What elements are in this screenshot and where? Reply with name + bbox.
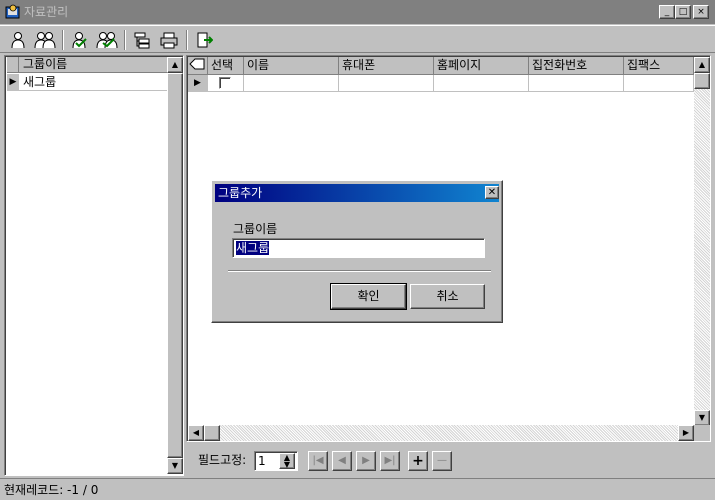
column-header-mobile[interactable]: 휴대폰 xyxy=(339,57,434,75)
window-title: 자료관리 xyxy=(24,5,69,19)
delete-record-button[interactable]: — xyxy=(432,451,452,471)
list-item[interactable]: ▶ 새그룹 xyxy=(7,74,168,91)
scroll-up-icon[interactable]: ▲ xyxy=(167,57,183,73)
toolbar xyxy=(0,25,715,53)
add-group-dialog: 그룹추가 ✕ 그룹이름 새그룹 확인 취소 xyxy=(211,180,503,323)
exit-icon[interactable] xyxy=(192,29,216,51)
ok-button[interactable]: 확인 xyxy=(330,283,407,310)
row-indicator-icon: ▶ xyxy=(188,75,208,92)
group-list-header: 그룹이름 xyxy=(7,57,168,73)
scroll-left-icon[interactable]: ◀ xyxy=(188,425,204,441)
minimize-button[interactable]: _ xyxy=(659,5,675,19)
group-name-input-value[interactable]: 새그룹 xyxy=(236,241,270,255)
scroll-down-icon[interactable]: ▼ xyxy=(694,410,710,426)
printer-icon[interactable] xyxy=(157,29,181,51)
scroll-thumb[interactable] xyxy=(694,73,710,89)
people-icon[interactable] xyxy=(33,29,57,51)
grid-cell[interactable] xyxy=(529,75,624,92)
column-header-home-phone[interactable]: 집전화번호 xyxy=(529,57,624,75)
maximize-button[interactable]: □ xyxy=(675,5,691,19)
dialog-close-icon[interactable]: ✕ xyxy=(485,186,499,199)
scroll-corner xyxy=(694,425,710,441)
dialog-title-bar: 그룹추가 ✕ xyxy=(215,184,499,202)
prior-record-button[interactable]: ◀ xyxy=(332,451,352,471)
grid-horizontal-scrollbar[interactable]: ◀ ▶ xyxy=(188,425,694,441)
select-checkbox[interactable] xyxy=(219,77,231,89)
group-list-panel[interactable]: 그룹이름 ▶ 새그룹 ▲ ▼ xyxy=(4,55,184,476)
grid-cell[interactable] xyxy=(624,75,694,92)
group-name: 새그룹 xyxy=(23,75,57,89)
column-header-select[interactable]: 선택 xyxy=(208,57,244,75)
column-header-home-fax[interactable]: 집팩스 xyxy=(624,57,694,75)
grid-vertical-scrollbar[interactable]: ▲ ▼ xyxy=(694,57,710,426)
scroll-thumb[interactable] xyxy=(167,73,183,458)
last-record-button[interactable]: ▶| xyxy=(380,451,400,471)
group-list-scrollbar[interactable]: ▲ ▼ xyxy=(167,57,183,474)
header-corner xyxy=(7,57,19,72)
column-header-name[interactable]: 이름 xyxy=(244,57,339,75)
toolbar-separator xyxy=(62,30,64,50)
field-fix-value[interactable]: 1 xyxy=(258,453,266,469)
person-icon[interactable] xyxy=(6,29,30,51)
field-fix-spinner[interactable]: 1 ▲ ▼ xyxy=(254,451,298,471)
status-text: 현재레코드: -1 / 0 xyxy=(4,483,99,497)
dialog-separator xyxy=(228,270,491,272)
close-button[interactable]: × xyxy=(693,5,709,19)
spin-arrows-icon[interactable]: ▲ ▼ xyxy=(279,453,295,469)
person-check-icon[interactable] xyxy=(68,29,92,51)
field-fix-label: 필드고정: xyxy=(198,453,247,467)
people-check-icon[interactable] xyxy=(95,29,119,51)
insert-record-button[interactable]: + xyxy=(408,451,428,471)
scroll-thumb[interactable] xyxy=(204,425,220,441)
cancel-button[interactable]: 취소 xyxy=(410,284,485,309)
next-record-button[interactable]: ▶ xyxy=(356,451,376,471)
scroll-up-icon[interactable]: ▲ xyxy=(694,57,710,73)
scroll-right-icon[interactable]: ▶ xyxy=(678,425,694,441)
group-name-input[interactable]: 새그룹 xyxy=(232,238,485,258)
toolbar-separator xyxy=(186,30,188,50)
toolbar-separator xyxy=(124,30,126,50)
group-name-column-header: 그룹이름 xyxy=(23,57,68,71)
column-header-homepage[interactable]: 홈페이지 xyxy=(434,57,529,75)
select-cell[interactable] xyxy=(208,75,244,92)
tag-icon xyxy=(189,58,205,70)
title-bar: 자료관리 _ □ × xyxy=(0,0,715,24)
row-indicator-icon: ▶ xyxy=(7,74,19,90)
status-bar: 현재레코드: -1 / 0 xyxy=(0,478,715,500)
app-icon xyxy=(5,4,20,19)
grid-cell[interactable] xyxy=(244,75,339,92)
grid-cell[interactable] xyxy=(434,75,529,92)
grid-corner xyxy=(188,57,208,75)
group-name-label: 그룹이름 xyxy=(233,222,278,236)
scroll-down-icon[interactable]: ▼ xyxy=(167,458,183,474)
dialog-title: 그룹추가 xyxy=(218,186,263,200)
first-record-button[interactable]: |◀ xyxy=(308,451,328,471)
grid-cell[interactable] xyxy=(339,75,434,92)
navigator-bar: 필드고정: 1 ▲ ▼ |◀ ◀ ▶ ▶| + — xyxy=(186,443,711,477)
tree-icon[interactable] xyxy=(130,29,154,51)
